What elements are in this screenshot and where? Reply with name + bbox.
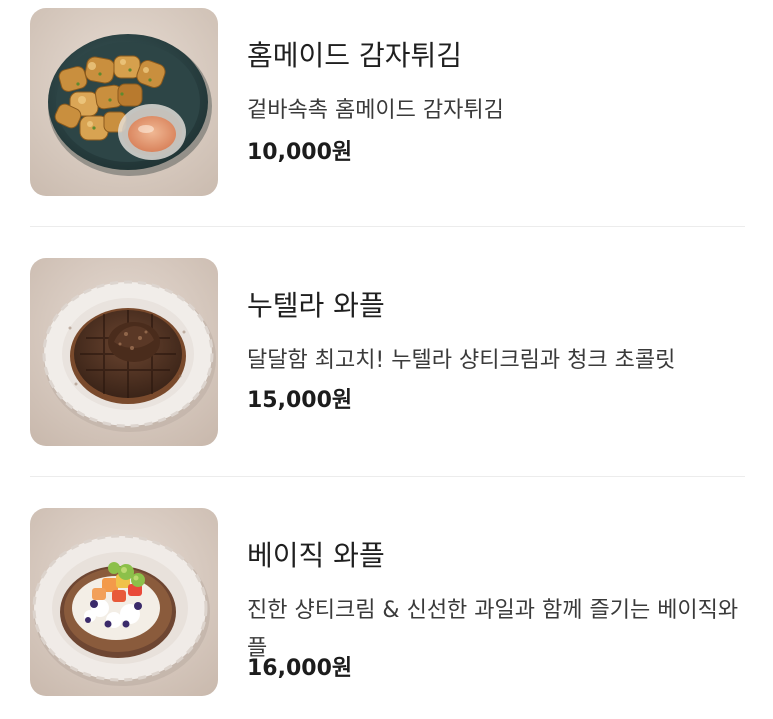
menu-item-description: 달달함 최고치! 누텔라 샹티크림과 청크 초콜릿 <box>247 348 676 373</box>
menu-item-price: 10,000원 <box>247 140 353 165</box>
menu-item-price: 15,000원 <box>247 388 353 413</box>
menu-item-price: 16,000원 <box>247 656 353 681</box>
menu-item-nutella-waffle[interactable]: 누텔라 와플 달달함 최고치! 누텔라 샹티크림과 청크 초콜릿 15,000원 <box>30 258 745 446</box>
menu-item-description: 겉바속촉 홈메이드 감자튀김 <box>247 98 504 123</box>
divider <box>30 476 745 477</box>
basic-waffle-photo[interactable] <box>30 508 218 696</box>
menu-item-name: 베이직 와플 <box>247 539 385 572</box>
menu-item-basic-waffle[interactable]: 베이직 와플 진한 샹티크림 & 신선한 과일과 함께 즐기는 베이직와플 16… <box>30 508 745 696</box>
fries-photo[interactable] <box>30 8 218 196</box>
divider <box>30 226 745 227</box>
menu-item-name: 홈메이드 감자튀김 <box>247 39 462 72</box>
menu-item-name: 누텔라 와플 <box>247 289 385 322</box>
nutella-waffle-photo[interactable] <box>30 258 218 446</box>
menu-item-fries[interactable]: 홈메이드 감자튀김 겉바속촉 홈메이드 감자튀김 10,000원 <box>30 8 745 196</box>
menu-list: 홈메이드 감자튀김 겉바속촉 홈메이드 감자튀김 10,000원 누텔라 와플 … <box>0 0 773 719</box>
